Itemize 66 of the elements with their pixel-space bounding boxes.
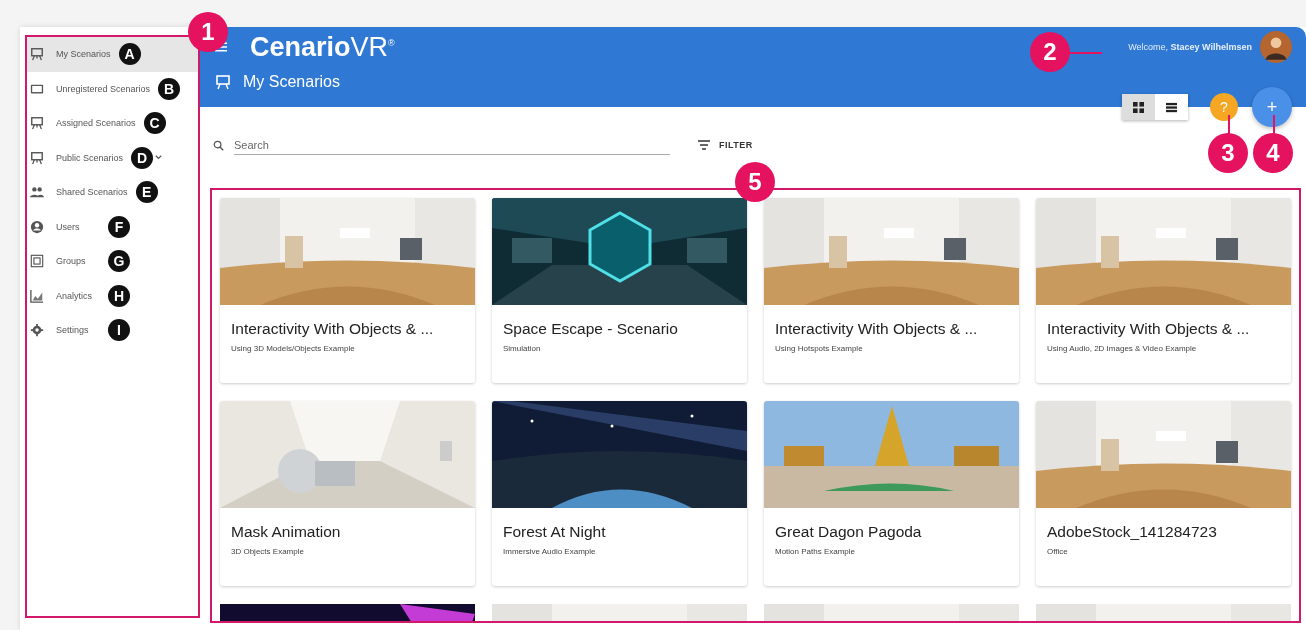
- card-title: Interactivity With Objects & ...: [775, 320, 979, 338]
- card-subtitle: Motion Paths Example: [775, 547, 857, 556]
- leader-line: [1068, 52, 1102, 54]
- sidebar-item[interactable]: Public Scenarios D: [27, 140, 198, 175]
- card-subtitle: Using Audio, 2D Images & Video Example: [1047, 344, 1198, 353]
- card-title: AdobeStock_141284723: [1047, 523, 1218, 541]
- callout-badge: D: [131, 146, 154, 169]
- scenario-card[interactable]: Space Escape - Scenario Simulation: [492, 198, 747, 383]
- sidebar-item[interactable]: My Scenarios A: [27, 37, 198, 72]
- sidebar-item[interactable]: Unregistered Scenarios B: [27, 71, 198, 106]
- sidebar-item[interactable]: Shared Scenarios E: [27, 175, 198, 210]
- card-subtitle: Simulation: [503, 344, 542, 353]
- sidebar-item[interactable]: Analytics H: [27, 278, 198, 313]
- list-view-button[interactable]: [1155, 94, 1188, 120]
- easel-icon: [30, 116, 44, 131]
- scenario-card[interactable]: AdobeStock_141284723 Office: [1036, 401, 1291, 586]
- scenario-card[interactable]: Mask Animation 3D Objects Example: [220, 401, 475, 586]
- callout-badge: F: [108, 215, 130, 238]
- welcome-text: Welcome, Stacey Wilhelmsen: [1128, 42, 1252, 52]
- leader-line: [1273, 115, 1275, 135]
- scenario-card[interactable]: Forest At Night Immersive Audio Example: [492, 401, 747, 586]
- card-subtitle: Immersive Audio Example: [503, 547, 597, 556]
- card-title: Space Escape - Scenario: [503, 320, 679, 338]
- easel-icon: [30, 47, 44, 62]
- filter-icon: [698, 140, 710, 150]
- card-subtitle: Using 3D Models/Objects Example: [231, 344, 356, 353]
- easel-icon: [30, 150, 44, 165]
- card-title: Forest At Night: [503, 523, 607, 541]
- page-title: My Scenarios: [243, 73, 340, 91]
- card-title: Interactivity With Objects & ...: [1047, 320, 1251, 338]
- logo: CenarioVR$^{®}$: [250, 31, 395, 63]
- scenario-card[interactable]: Interactivity With Objects & ... Using 3D Models/Objects Example: [220, 198, 475, 383]
- chart-icon: [30, 288, 44, 303]
- card-subtitle: 3D Objects Example: [231, 547, 305, 556]
- sidebar-item[interactable]: Assigned Scenarios C: [27, 106, 198, 141]
- sidebar-item[interactable]: Settings I: [27, 313, 198, 348]
- scenario-card[interactable]: Interactivity With Objects & ... Using Audio, 2D Images & Video Example: [1036, 198, 1291, 383]
- callout-badge: I: [108, 319, 130, 342]
- card-subtitle: Office: [1047, 547, 1069, 556]
- sidebar-item[interactable]: Groups G: [27, 244, 198, 279]
- filter-button[interactable]: FILTER: [692, 139, 759, 151]
- callout-badge: E: [135, 181, 158, 204]
- group-icon: [30, 254, 44, 269]
- callout-badge: 1: [188, 12, 228, 52]
- callout-badge: C: [143, 112, 166, 135]
- scenario-card[interactable]: Great Dagon Pagoda Motion Paths Example: [764, 401, 1019, 586]
- leader-line: [1228, 115, 1230, 135]
- card-title: Mask Animation: [231, 523, 342, 541]
- list-icon: [1166, 101, 1177, 113]
- card-title: Great Dagon Pagoda: [775, 523, 923, 541]
- easel-icon: [215, 74, 231, 90]
- search-icon: [213, 139, 224, 151]
- settings-icon: [30, 323, 44, 338]
- callout-badge: G: [108, 250, 130, 273]
- people-icon: [30, 185, 44, 200]
- user-icon: [30, 219, 44, 234]
- sidebar-item[interactable]: Users F: [27, 209, 198, 244]
- scenario-card[interactable]: Interactivity With Objects & ... Using Hotspots Example: [764, 198, 1019, 383]
- callout-badge: H: [108, 284, 130, 307]
- callout-badge: A: [118, 43, 141, 66]
- grid-view-button[interactable]: [1122, 94, 1155, 120]
- avatar[interactable]: [1260, 31, 1292, 63]
- callout-badge: B: [158, 77, 181, 100]
- card-title: Interactivity With Objects & ...: [231, 320, 435, 338]
- card-subtitle: Using Hotspots Example: [775, 344, 864, 353]
- grid-icon: [1133, 101, 1144, 113]
